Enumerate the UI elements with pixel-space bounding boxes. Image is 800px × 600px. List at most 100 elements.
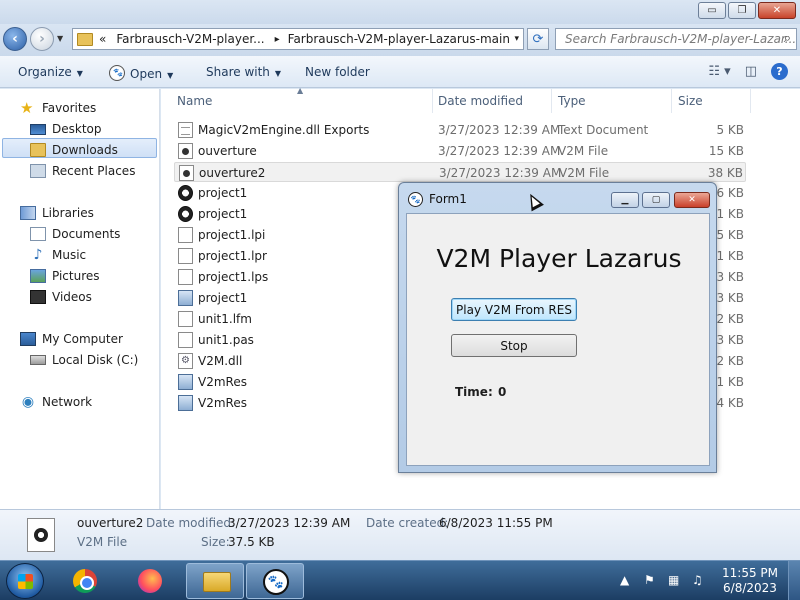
stop-button[interactable]: Stop bbox=[451, 334, 577, 357]
file-name: project1 bbox=[198, 186, 248, 200]
forward-button[interactable]: › bbox=[30, 27, 54, 51]
nav-pictures[interactable]: Pictures bbox=[30, 267, 100, 285]
nav-downloads[interactable]: Downloads bbox=[30, 141, 118, 159]
nav-local-disk[interactable]: Local Disk (C:) bbox=[30, 351, 138, 369]
volume-icon[interactable]: ♫ bbox=[692, 573, 706, 587]
back-button[interactable]: ‹ bbox=[3, 27, 27, 51]
v2m-file-icon bbox=[178, 143, 193, 159]
address-dropdown-icon[interactable]: ▾ bbox=[514, 34, 519, 44]
search-input[interactable]: Search Farbrausch-V2M-player-Lazar... ⌕ bbox=[555, 28, 797, 50]
share-with-button[interactable]: Share with ▼ bbox=[206, 65, 281, 79]
refresh-icon[interactable]: ⟳ bbox=[527, 28, 549, 50]
form1-window[interactable]: 🐾 Form1 ▁ ▢ ✕ V2M Player Lazarus Play V2… bbox=[398, 182, 717, 473]
computer-icon bbox=[20, 332, 36, 346]
search-placeholder: Search Farbrausch-V2M-player-Lazar... bbox=[565, 32, 797, 46]
close-button[interactable]: ✕ bbox=[758, 2, 796, 19]
action-center-icon[interactable]: ⚑ bbox=[644, 573, 658, 587]
clock[interactable]: 11:55 PM 6/8/2023 bbox=[720, 566, 780, 596]
start-button[interactable] bbox=[6, 563, 44, 599]
file-name: MagicV2mEngine.dll Exports bbox=[198, 123, 370, 137]
form1-maximize-button[interactable]: ▢ bbox=[642, 192, 670, 208]
system-tray: ▲ ⚑ ▦ ♫ bbox=[620, 573, 706, 587]
exe-file-icon bbox=[178, 290, 193, 306]
column-divider[interactable] bbox=[432, 89, 433, 113]
star-icon: ★ bbox=[20, 99, 34, 117]
file-name: project1 bbox=[198, 207, 248, 221]
nav-my-computer[interactable]: My Computer bbox=[20, 330, 123, 348]
nav-recent-places[interactable]: Recent Places bbox=[30, 162, 135, 180]
nav-desktop[interactable]: Desktop bbox=[30, 120, 102, 138]
column-divider[interactable] bbox=[750, 89, 751, 113]
blank-file-icon bbox=[178, 269, 193, 285]
breadcrumb-parent[interactable]: Farbrausch-V2M-player... bbox=[116, 32, 264, 46]
time-label: Time: bbox=[455, 385, 493, 399]
nav-label: Desktop bbox=[52, 122, 102, 136]
nav-label: Videos bbox=[52, 290, 92, 304]
chevron-down-icon: ▼ bbox=[167, 71, 174, 80]
sort-ascending-icon: ▲ bbox=[297, 86, 304, 95]
address-bar[interactable]: « Farbrausch-V2M-player... ▸ Farbrausch-… bbox=[72, 28, 524, 50]
file-row-selected[interactable]: ouverture2 3/27/2023 12:39 AM V2M File 38 K… bbox=[174, 162, 746, 182]
new-folder-button[interactable]: New folder bbox=[305, 65, 370, 79]
play-v2m-button[interactable]: Play V2M From RES bbox=[451, 298, 577, 321]
file-name: V2mRes bbox=[198, 375, 247, 389]
preview-pane-icon[interactable]: ◫ bbox=[745, 64, 757, 79]
column-header-date[interactable]: Date modified bbox=[438, 94, 523, 108]
form1-close-button[interactable]: ✕ bbox=[674, 192, 710, 208]
maximize-button[interactable]: ❐ bbox=[728, 2, 756, 19]
form1-minimize-button[interactable]: ▁ bbox=[611, 192, 639, 208]
column-divider[interactable] bbox=[551, 89, 552, 113]
share-with-label: Share with bbox=[206, 65, 270, 79]
organize-label: Organize bbox=[18, 65, 72, 79]
taskbar-form1[interactable]: 🐾 bbox=[246, 563, 304, 599]
tray-expand-icon[interactable]: ▲ bbox=[620, 573, 634, 587]
taskbar: 🐾 ▲ ⚑ ▦ ♫ 11:55 PM 6/8/2023 bbox=[0, 560, 800, 600]
time-value: 0 bbox=[498, 385, 507, 399]
file-name: V2M.dll bbox=[198, 354, 243, 368]
breadcrumb-separator-icon[interactable]: ▸ bbox=[275, 34, 280, 45]
file-name: ouverture2 bbox=[199, 166, 266, 180]
paw-app-icon bbox=[178, 206, 193, 222]
file-row[interactable]: MagicV2mEngine.dll Exports 3/27/2023 12:3… bbox=[174, 120, 746, 140]
breadcrumb-overflow[interactable]: « bbox=[99, 32, 106, 46]
open-label: Open bbox=[130, 67, 163, 81]
view-controls: ☷ ▾ ◫ ? bbox=[708, 63, 788, 80]
file-row[interactable]: ouverture 3/27/2023 12:39 AM V2M File 15 KB bbox=[174, 141, 746, 161]
taskbar-chrome[interactable] bbox=[56, 563, 114, 599]
nav-network[interactable]: ◉ Network bbox=[20, 393, 92, 411]
file-size: 1 KB bbox=[716, 249, 744, 263]
nav-label: Documents bbox=[52, 227, 121, 241]
organize-button[interactable]: Organize ▼ bbox=[18, 65, 83, 79]
v2m-file-icon bbox=[179, 165, 194, 181]
file-size: 38 KB bbox=[707, 166, 743, 180]
nav-label: Local Disk (C:) bbox=[52, 353, 139, 367]
help-icon[interactable]: ? bbox=[771, 63, 788, 80]
search-icon[interactable]: ⌕ bbox=[784, 31, 791, 46]
nav-favorites[interactable]: ★ Favorites bbox=[20, 99, 96, 117]
taskbar-explorer[interactable] bbox=[186, 563, 244, 599]
nav-libraries[interactable]: Libraries bbox=[20, 204, 94, 222]
show-desktop-button[interactable] bbox=[788, 561, 800, 600]
nav-documents[interactable]: Documents bbox=[30, 225, 120, 243]
file-name: project1 bbox=[198, 291, 248, 305]
column-header-type[interactable]: Type bbox=[558, 94, 586, 108]
column-divider[interactable] bbox=[671, 89, 672, 113]
blank-file-icon bbox=[178, 248, 193, 264]
network-icon[interactable]: ▦ bbox=[668, 573, 682, 587]
open-button[interactable]: Open ▼ bbox=[109, 65, 173, 81]
blank-file-icon bbox=[178, 332, 193, 348]
recent-pages-dropdown-icon[interactable]: ▼ bbox=[57, 34, 63, 43]
file-name: project1.lpr bbox=[198, 249, 267, 263]
nav-music[interactable]: ♪ Music bbox=[30, 246, 87, 264]
column-header-size[interactable]: Size bbox=[678, 94, 703, 108]
minimize-button[interactable]: ▭ bbox=[698, 2, 726, 19]
nav-videos[interactable]: Videos bbox=[30, 288, 92, 306]
file-name: unit1.lfm bbox=[198, 312, 252, 326]
column-header-name[interactable]: Name bbox=[177, 94, 212, 108]
file-date: 3/27/2023 12:39 AM bbox=[439, 166, 562, 180]
breadcrumb-current[interactable]: Farbrausch-V2M-player-Lazarus-main bbox=[288, 32, 510, 46]
change-view-icon[interactable]: ☷ ▾ bbox=[708, 64, 730, 79]
firefox-icon bbox=[138, 569, 162, 593]
explorer-window-controls: ▭ ❐ ✕ bbox=[698, 2, 796, 19]
taskbar-firefox[interactable] bbox=[121, 563, 179, 599]
